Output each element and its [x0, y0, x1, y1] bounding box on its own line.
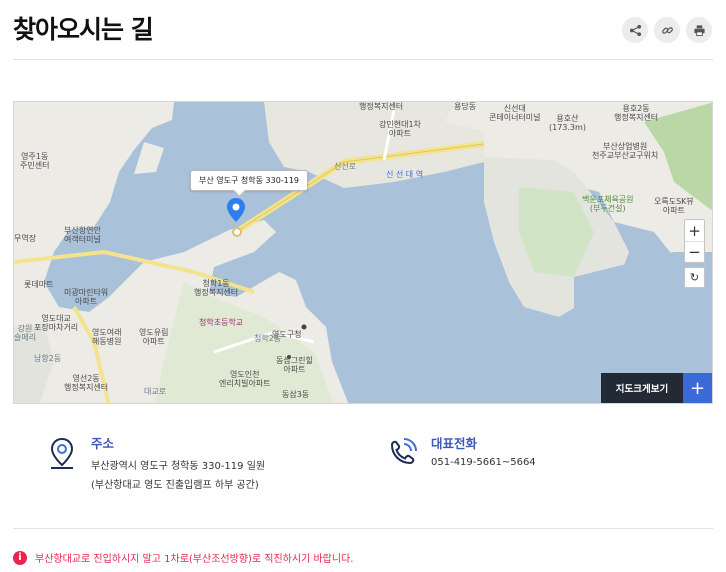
print-icon — [693, 24, 705, 36]
view-larger-map-button[interactable]: 지도크게보기 — [601, 373, 683, 403]
expand-map-button[interactable]: + — [683, 373, 712, 403]
zoom-out-button[interactable]: − — [685, 241, 704, 262]
map-label: 용호2동 행정복지센터 — [614, 104, 659, 122]
map-label: 영주1동 주민센터 — [20, 152, 50, 170]
map-label: 청학1동 행정복지센터 — [194, 279, 239, 297]
phone-info: 대표전화 051-419-5661~5664 — [387, 433, 687, 493]
address-line: 부산광역시 영도구 청학동 330-119 일원 — [91, 461, 266, 472]
map-label: 롯데마트 — [24, 280, 54, 289]
map-view[interactable]: 행정복지센터 신선대 콘테이너터미널 용호2동 행정복지센터 용당동 강민현대1… — [13, 101, 713, 404]
map-label: 미광마린타워 아파트 — [64, 288, 109, 306]
map-label: 신선로 — [334, 162, 357, 171]
map-label: 행정복지센터 — [359, 102, 404, 111]
refresh-map-button[interactable]: ↻ — [684, 267, 705, 288]
share-toolbar — [622, 17, 712, 43]
divider — [13, 59, 713, 60]
map-label: 신선대 콘테이너터미널 — [489, 104, 541, 122]
map-label: 무역장 — [14, 234, 37, 243]
divider — [13, 528, 713, 529]
map-label: 오륙도SK뷰 아파트 — [654, 197, 694, 215]
phone-icon — [390, 438, 417, 465]
map-label: 동삼3동 — [282, 390, 310, 399]
copy-link-button[interactable] — [654, 17, 680, 43]
map-label: 강민현대1차 아파트 — [379, 120, 421, 138]
map-label: 영도인천 엔리치빌아파트 — [219, 370, 271, 388]
map-label: 강원 슬메리 — [14, 324, 37, 342]
location-bubble: 부산 영도구 청학동 330-119 — [190, 170, 308, 191]
phone-heading: 대표전화 — [431, 436, 478, 451]
map-label: 청학초등학교 — [199, 318, 244, 327]
map-label: 영도유림 아파트 — [139, 328, 169, 346]
zoom-in-button[interactable]: + — [685, 220, 704, 241]
address-detail: (부산항대교 영도 진출입램프 하부 공간) — [91, 480, 259, 491]
phone-number[interactable]: 051-419-5661~5664 — [431, 457, 536, 468]
map-label: 부산상업병원 천주교부산교구위치 — [592, 142, 659, 160]
map-label: 용당동 — [454, 102, 477, 111]
map-label: 용호산 (173.3m) — [549, 114, 586, 132]
map-label: 영선2동 행정복지센터 — [64, 374, 109, 392]
map-label: 영도여래 해동병원 — [92, 328, 122, 346]
map-label: 남항2동 — [34, 354, 62, 363]
share-icon — [629, 24, 641, 36]
link-icon — [661, 26, 673, 34]
address-heading: 주소 — [91, 436, 115, 451]
map-label: 대교로 — [144, 387, 167, 396]
notice-message: i 부산항대교로 진입하시지 말고 1차로(부산조선방향)로 직진하시기 바랍니… — [13, 550, 353, 565]
share-button[interactable] — [622, 17, 648, 43]
map-label: 청학2동 — [254, 334, 282, 343]
notice-text: 부산항대교로 진입하시지 말고 1차로(부산조선방향)로 직진하시기 바랍니다. — [35, 554, 354, 565]
location-icon — [50, 437, 74, 469]
location-pin-icon[interactable] — [226, 197, 246, 223]
map-label: 영도대교 포장마차거리 — [34, 314, 79, 332]
print-button[interactable] — [686, 17, 712, 43]
map-label: 동삼그린힐 아파트 — [276, 356, 313, 374]
page-title: 찾아오시는 길 — [13, 15, 154, 44]
info-icon: i — [13, 550, 27, 565]
map-label: 신 선 대 역 — [386, 170, 424, 179]
zoom-control: + − — [684, 219, 705, 263]
map-label: 부산항연안 여객터미널 — [64, 226, 101, 244]
address-info: 주소 부산광역시 영도구 청학동 330-119 일원 (부산항대교 영도 진출… — [47, 433, 347, 493]
map-label: 백운포체육공원 (부두건설) — [582, 195, 634, 213]
